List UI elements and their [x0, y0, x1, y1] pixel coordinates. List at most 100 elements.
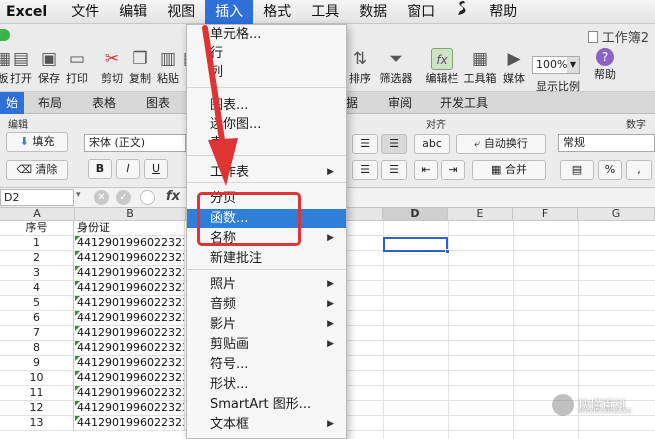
column-header-e[interactable]: E	[448, 208, 513, 221]
script-icon[interactable]	[445, 0, 479, 24]
chevron-down-icon[interactable]: ▼	[567, 57, 579, 73]
menu-item-4[interactable]: 迷你图...	[187, 115, 346, 134]
bold-button[interactable]: B	[88, 159, 112, 179]
cell-b[interactable]: 441290199602232344	[75, 281, 185, 296]
menu-format[interactable]: 格式	[253, 0, 301, 24]
menu-item-0[interactable]: 单元格...	[187, 25, 346, 44]
cell-a-header[interactable]: 序号	[0, 221, 74, 236]
fx-label[interactable]: fx	[166, 189, 180, 204]
cell-a[interactable]: 11	[0, 386, 74, 401]
menu-item-13[interactable]: 影片 ▶	[187, 315, 346, 334]
italic-button[interactable]: I	[116, 159, 140, 179]
cell-a[interactable]: 9	[0, 356, 74, 371]
fill-handle[interactable]	[445, 249, 450, 254]
menu-item-17[interactable]: SmartArt 图形...	[187, 395, 346, 414]
menu-help[interactable]: 帮助	[479, 0, 527, 24]
cell-a[interactable]: 2	[0, 251, 74, 266]
tab-tables[interactable]: 表格	[92, 92, 116, 114]
cell-a[interactable]: 10	[0, 371, 74, 386]
cell-b[interactable]: 441290199602232344	[75, 401, 185, 416]
column-header-b[interactable]: B	[75, 208, 186, 221]
cell-b-header[interactable]: 身份证	[75, 221, 185, 236]
toolbar-toolbox-button[interactable]: ▦ 工具箱	[463, 48, 497, 86]
underline-button[interactable]: U	[144, 159, 168, 179]
zoom-select[interactable]: 100% ▼	[532, 56, 580, 74]
menu-item-18[interactable]: 文本框 ▶	[187, 415, 346, 434]
tab-home[interactable]: 始	[0, 92, 25, 114]
outdent-button[interactable]: ⇤	[414, 160, 438, 180]
window-zoom-button[interactable]	[0, 29, 10, 41]
cell-b[interactable]: 441290199602232344	[75, 341, 185, 356]
menu-tools[interactable]: 工具	[301, 0, 349, 24]
menu-item-5[interactable]: 表	[187, 134, 346, 153]
cell-b[interactable]: 441290199602232347	[75, 296, 185, 311]
align-middle-button[interactable]: ☰	[381, 134, 407, 154]
menu-data[interactable]: 数据	[349, 0, 397, 24]
cell-b[interactable]: 441290199602232341	[75, 386, 185, 401]
selected-cell-d2[interactable]	[383, 237, 450, 254]
cancel-icon[interactable]: ✕	[94, 190, 109, 205]
menu-view[interactable]: 视图	[157, 0, 205, 24]
confirm-icon[interactable]: ✓	[116, 190, 131, 205]
tab-charts[interactable]: 图表	[146, 92, 170, 114]
column-header-a[interactable]: A	[0, 208, 75, 221]
menu-item-16[interactable]: 形状...	[187, 375, 346, 394]
toolbar-filter-button[interactable]: ⏷ 筛选器	[379, 48, 413, 86]
column-header-d[interactable]: D	[383, 208, 448, 221]
toolbar-help-button[interactable]: ? 帮助	[588, 48, 622, 82]
cell-b[interactable]: 441290199602232349	[75, 356, 185, 371]
name-box[interactable]: D2	[0, 189, 74, 206]
fill-button[interactable]: ⬇ 填充	[6, 132, 68, 152]
cell-b[interactable]: 441290199602232365	[75, 251, 185, 266]
menu-item-3[interactable]: 图表...	[187, 96, 346, 115]
cell-a[interactable]: 7	[0, 326, 74, 341]
percent-button[interactable]: %	[598, 160, 622, 180]
menu-insert[interactable]: 插入	[205, 0, 254, 24]
cell-a[interactable]: 1	[0, 236, 74, 251]
menu-item-12[interactable]: 音频 ▶	[187, 295, 346, 314]
toolbar-print-button[interactable]: ▭ 打印	[60, 48, 94, 86]
cell-a[interactable]: 13	[0, 416, 74, 431]
wrap-text-button[interactable]: ⤶ 自动换行	[456, 134, 546, 154]
cell-a[interactable]: 12	[0, 401, 74, 416]
align-top-button[interactable]: ☰	[352, 134, 378, 154]
tab-review[interactable]: 审阅	[388, 92, 412, 114]
currency-button[interactable]: ▤	[560, 160, 594, 180]
cell-b[interactable]: 441290199602232344	[75, 416, 185, 431]
menu-item-11[interactable]: 照片 ▶	[187, 275, 346, 294]
toolbar-formula-bar-button[interactable]: fx 编辑栏	[425, 48, 459, 86]
indent-button[interactable]: ⇥	[441, 160, 465, 180]
toolbar-sort-button[interactable]: ⇅ 排序	[343, 48, 377, 86]
cell-a[interactable]: 4	[0, 281, 74, 296]
menu-edit[interactable]: 编辑	[109, 0, 157, 24]
tab-developer[interactable]: 开发工具	[440, 92, 488, 114]
merge-button[interactable]: ▦ 合并	[472, 160, 546, 180]
column-header-f[interactable]: F	[513, 208, 578, 221]
menu-excel[interactable]: Excel	[0, 0, 61, 24]
align-center-button[interactable]: ☰	[381, 160, 407, 180]
column-header-g[interactable]: G	[578, 208, 655, 221]
menu-file[interactable]: 文件	[61, 0, 109, 24]
cell-b[interactable]: 441290199602232344	[75, 311, 185, 326]
chevron-down-icon[interactable]: ▾	[76, 190, 81, 200]
cell-a[interactable]: 5	[0, 296, 74, 311]
menu-item-10[interactable]: 新建批注	[187, 249, 346, 268]
cell-b[interactable]: 441290199602232344	[75, 371, 185, 386]
menu-item-1[interactable]: 行	[187, 44, 346, 63]
tab-layout[interactable]: 布局	[38, 92, 62, 114]
number-format-select[interactable]: 常规	[558, 134, 655, 152]
menu-item-15[interactable]: 符号...	[187, 355, 346, 374]
align-left-button[interactable]: ☰	[352, 160, 378, 180]
font-name-select[interactable]: 宋体 (正文)	[84, 134, 186, 152]
cell-b[interactable]: 441290199602232344	[75, 236, 185, 251]
menu-item-14[interactable]: 剪贴画 ▶	[187, 335, 346, 354]
clear-button[interactable]: ⌫ 清除	[6, 160, 68, 180]
function-circle-icon[interactable]	[140, 190, 155, 205]
menu-window[interactable]: 窗口	[397, 0, 445, 24]
toolbar-media-button[interactable]: ▶ 媒体	[497, 48, 531, 86]
cell-a[interactable]: 3	[0, 266, 74, 281]
cell-b[interactable]: 441290199602232344	[75, 326, 185, 341]
menu-item-6[interactable]: 工作表 ▶	[187, 163, 346, 182]
tab-data[interactable]: 据	[346, 92, 358, 114]
comma-button[interactable]: ,	[626, 160, 652, 180]
